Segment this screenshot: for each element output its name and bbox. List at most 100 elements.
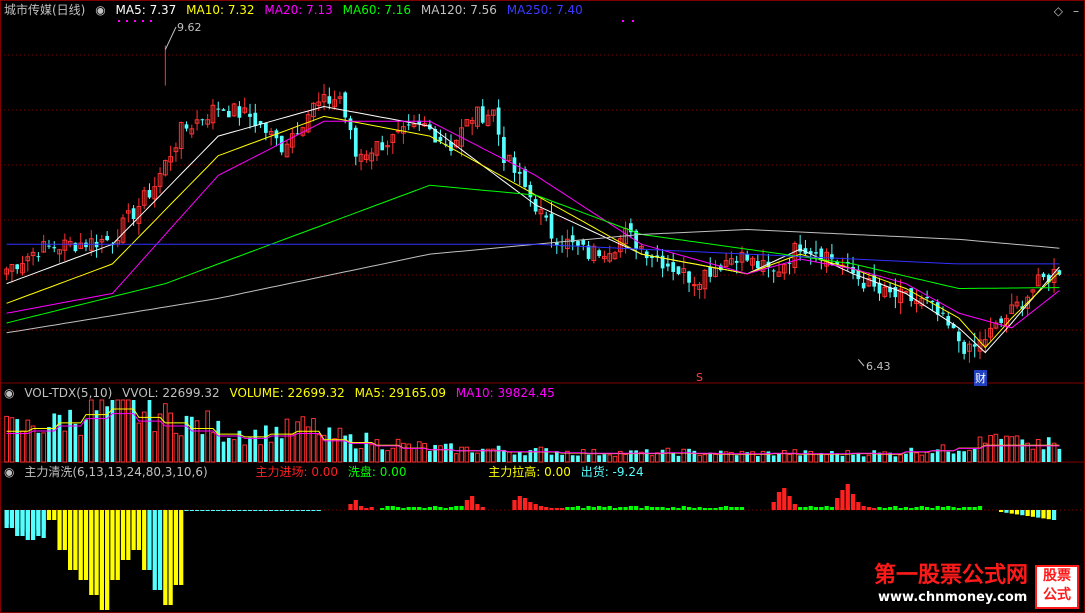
volume-bar-up xyxy=(924,451,930,463)
indicator-bar-pos xyxy=(967,507,972,510)
indicator-bar-neg xyxy=(279,510,284,511)
volume-bar-down xyxy=(470,452,475,462)
indicator-bar-pos xyxy=(549,508,554,510)
indicator-bar-pos xyxy=(565,507,570,510)
candle-body-down xyxy=(47,245,51,247)
indicator-bar-pos xyxy=(940,507,946,510)
indicator-bar-neg xyxy=(78,510,83,580)
indicator-bar-neg xyxy=(83,510,89,580)
low-annotation: 6.43 xyxy=(866,360,891,373)
volume-bar-down xyxy=(962,451,966,462)
candle-body-down xyxy=(787,262,792,264)
volume-bar-up xyxy=(967,449,972,463)
volume-bar-down xyxy=(94,410,99,462)
volume-bar-up xyxy=(866,454,872,463)
settings-icon[interactable]: ◉ xyxy=(4,465,14,479)
indicator-bar-neg xyxy=(57,510,62,550)
volume-bar-down xyxy=(496,445,501,462)
stock-chart[interactable] xyxy=(0,0,1085,613)
volume-bar-up xyxy=(374,439,380,463)
volume-bar-up xyxy=(898,454,904,463)
candle-body-down xyxy=(956,331,961,342)
candle-body-down xyxy=(147,190,152,198)
indicator-bar-pos xyxy=(634,506,639,510)
indicator-bar-pos xyxy=(575,506,581,510)
volume-bar-down xyxy=(502,449,506,462)
indicator-bar-pos xyxy=(581,508,586,510)
candle-body-down xyxy=(105,235,110,241)
signal-dot xyxy=(142,20,144,22)
marker-cai[interactable]: 财 xyxy=(974,370,987,386)
indicator-bar-neg xyxy=(105,510,110,610)
ma10-label: MA10: 7.32 xyxy=(186,3,255,17)
ship-label: 出货: -9.24 xyxy=(580,465,644,479)
indicator-bar-neg xyxy=(52,510,57,520)
indicator-bar-neg xyxy=(194,510,200,511)
volume-bar-down xyxy=(274,426,279,462)
candle-body-down xyxy=(745,254,750,261)
indicator-bar-pos xyxy=(649,507,655,510)
indicator-bar-neg xyxy=(46,510,52,520)
signal-dot xyxy=(118,20,120,22)
volume-bar-down xyxy=(512,454,517,462)
minimize-icon[interactable]: – xyxy=(1073,4,1079,18)
volume-bar-up xyxy=(760,450,766,463)
volume-bar-down xyxy=(1057,448,1062,462)
diamond-icon[interactable]: ◇ xyxy=(1054,4,1063,18)
indicator-bar-pos xyxy=(395,507,401,510)
indicator-bar-pos xyxy=(422,508,427,510)
volume-bar-down xyxy=(671,452,676,462)
candle-body-down xyxy=(676,266,681,275)
volume-bar-up xyxy=(337,427,343,463)
volume-bar-up xyxy=(358,447,364,463)
indicator-bar-pos xyxy=(660,507,665,510)
volume-bar-down xyxy=(327,427,332,462)
candle-body-down xyxy=(348,118,353,131)
volume-bar-up xyxy=(665,447,671,463)
ma-line-ma250 xyxy=(6,243,1060,265)
indicator-bar-neg xyxy=(999,510,1004,512)
candle-body-down xyxy=(15,264,20,270)
volume-bar-down xyxy=(15,419,20,462)
volume-bar-down xyxy=(200,434,205,462)
candle-body-down xyxy=(861,282,866,289)
candle-body-down xyxy=(755,261,760,269)
volume-bar-up xyxy=(623,453,628,463)
indicator-bar-neg xyxy=(231,510,237,511)
indicator-bar-neg xyxy=(30,510,36,534)
volume-bar-up xyxy=(406,443,412,463)
marker-s[interactable]: S xyxy=(696,371,703,384)
volume-bar-down xyxy=(57,414,62,462)
indicator-bar-pos xyxy=(512,500,517,510)
indicator-bar-neg xyxy=(41,510,46,538)
volume-bar-down xyxy=(353,448,358,462)
indicator-bar-pos xyxy=(644,506,649,510)
indicator-bar-pos xyxy=(930,508,935,510)
indicator-bar-pos xyxy=(729,507,734,510)
candle-body-down xyxy=(184,124,189,129)
indicator-bar-pos xyxy=(898,508,903,510)
indicator-bar-pos xyxy=(538,506,544,510)
volume-bar-up xyxy=(332,438,337,463)
indicator-bar-pos xyxy=(893,506,898,510)
settings-icon[interactable]: ◉ xyxy=(95,3,105,17)
indicator-bar-pos xyxy=(739,507,745,510)
indicator-bar-neg xyxy=(173,510,179,585)
candle-body-down xyxy=(380,142,385,151)
indicator-bar-neg xyxy=(163,510,168,605)
indicator-bar-pos xyxy=(835,498,840,510)
volume-bar-up xyxy=(940,444,946,463)
candle-body-down xyxy=(237,106,242,118)
settings-icon[interactable]: ◉ xyxy=(4,386,14,400)
volume-bar-up xyxy=(88,399,94,463)
volume-bar-down xyxy=(602,454,607,462)
indicator-bar-pos xyxy=(411,507,417,510)
volume-bar-up xyxy=(62,430,68,463)
volume-bar-down xyxy=(279,438,284,462)
candle-body-down xyxy=(52,247,57,249)
stock-title[interactable]: 城市传媒(日线) xyxy=(4,3,85,17)
volume-bar-down xyxy=(544,448,549,462)
indicator-bar-neg xyxy=(1025,510,1030,516)
indicator-bar-pos xyxy=(676,508,681,510)
candle-body-down xyxy=(327,96,332,104)
